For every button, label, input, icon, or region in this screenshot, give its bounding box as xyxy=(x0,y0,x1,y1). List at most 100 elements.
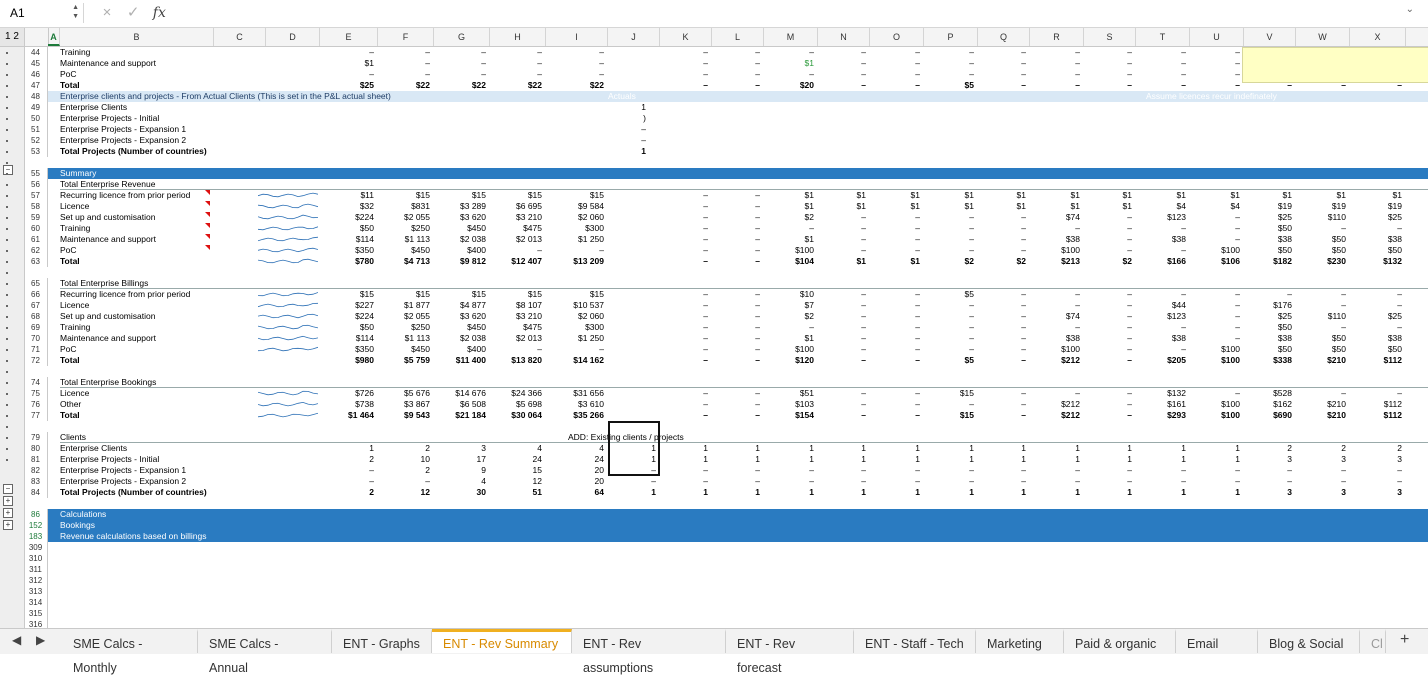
cell-s81[interactable]: 1 xyxy=(1080,454,1132,465)
cell-x63[interactable]: $132 xyxy=(1350,256,1402,267)
cell-w77[interactable]: $210 xyxy=(1294,410,1346,421)
cell-p71[interactable]: – xyxy=(922,344,974,355)
cell-t83[interactable]: – xyxy=(1134,476,1186,487)
sheet-tab[interactable]: SME Calcs - Monthly xyxy=(62,629,198,675)
cell-p57[interactable]: $1 xyxy=(922,190,974,201)
cell-m66[interactable]: $10 xyxy=(762,289,814,300)
cell-u63[interactable]: $106 xyxy=(1188,256,1240,267)
column-header-i[interactable]: I xyxy=(546,28,608,46)
cell-r57[interactable]: $1 xyxy=(1028,190,1080,201)
cell-t58[interactable]: $4 xyxy=(1134,201,1186,212)
cell-h72[interactable]: $13 820 xyxy=(490,355,542,366)
cell-i60[interactable]: $300 xyxy=(552,223,604,234)
cell-u75[interactable]: – xyxy=(1188,388,1240,399)
row-number[interactable]: 49 xyxy=(24,102,48,113)
cell-m81[interactable]: 1 xyxy=(762,454,814,465)
cell-e58[interactable]: $32 xyxy=(322,201,374,212)
cell-w76[interactable]: $210 xyxy=(1294,399,1346,410)
cell-n77[interactable]: – xyxy=(814,410,866,421)
row-label[interactable]: Licence xyxy=(60,388,89,399)
sheet-tab[interactable]: Email xyxy=(1176,629,1258,653)
cell-s60[interactable]: – xyxy=(1080,223,1132,234)
cell-q57[interactable]: $1 xyxy=(974,190,1026,201)
cell-w67[interactable]: – xyxy=(1294,300,1346,311)
cell-i70[interactable]: $1 250 xyxy=(552,333,604,344)
cell-q63[interactable]: $2 xyxy=(974,256,1026,267)
comment-indicator-icon[interactable] xyxy=(205,190,210,195)
cell-g75[interactable]: $14 676 xyxy=(434,388,486,399)
cell-o68[interactable]: – xyxy=(868,311,920,322)
cell-s72[interactable]: – xyxy=(1080,355,1132,366)
cell-n59[interactable]: – xyxy=(814,212,866,223)
comment-indicator-icon[interactable] xyxy=(205,223,210,228)
cell-m57[interactable]: $1 xyxy=(762,190,814,201)
sheet-tab[interactable]: SME Calcs - Annual xyxy=(198,629,332,675)
outline-toggle-icon[interactable]: + xyxy=(3,496,13,506)
cell-k67[interactable]: – xyxy=(656,300,708,311)
row-number[interactable]: 52 xyxy=(24,135,48,146)
cell-l59[interactable]: – xyxy=(708,212,760,223)
row-number[interactable]: 152 xyxy=(24,520,48,531)
cell-l75[interactable]: – xyxy=(708,388,760,399)
cell-h44[interactable]: – xyxy=(490,47,542,58)
cell-g45[interactable]: – xyxy=(434,58,486,69)
cell-o62[interactable]: – xyxy=(868,245,920,256)
cell-s58[interactable]: $1 xyxy=(1080,201,1132,212)
cell-t71[interactable]: – xyxy=(1134,344,1186,355)
cell-o63[interactable]: $1 xyxy=(868,256,920,267)
cell-k68[interactable]: – xyxy=(656,311,708,322)
cell-n45[interactable]: – xyxy=(814,58,866,69)
cell-t57[interactable]: $1 xyxy=(1134,190,1186,201)
cell-h84[interactable]: 51 xyxy=(490,487,542,498)
cell-t76[interactable]: $161 xyxy=(1134,399,1186,410)
cell-i76[interactable]: $3 610 xyxy=(552,399,604,410)
cell-i82[interactable]: 20 xyxy=(552,465,604,476)
cell-k82[interactable]: – xyxy=(656,465,708,476)
cell-x81[interactable]: 3 xyxy=(1350,454,1402,465)
cell-f45[interactable]: – xyxy=(378,58,430,69)
cell-v61[interactable]: $38 xyxy=(1240,234,1292,245)
column-header-p[interactable]: P xyxy=(924,28,978,46)
cell-x62[interactable]: $50 xyxy=(1350,245,1402,256)
cell-v60[interactable]: $50 xyxy=(1240,223,1292,234)
cell-f62[interactable]: $450 xyxy=(378,245,430,256)
row-number[interactable]: 311 xyxy=(24,564,48,575)
cell-p77[interactable]: $15 xyxy=(922,410,974,421)
cell-h45[interactable]: – xyxy=(490,58,542,69)
row-number[interactable]: 58 xyxy=(24,201,48,212)
cell-o44[interactable]: – xyxy=(868,47,920,58)
cell-m62[interactable]: $100 xyxy=(762,245,814,256)
cell-s68[interactable]: – xyxy=(1080,311,1132,322)
cell-t45[interactable]: – xyxy=(1134,58,1186,69)
column-header-q[interactable]: Q xyxy=(978,28,1030,46)
cell-e59[interactable]: $224 xyxy=(322,212,374,223)
comment-indicator-icon[interactable] xyxy=(205,245,210,250)
cell-i71[interactable]: – xyxy=(552,344,604,355)
cell-m58[interactable]: $1 xyxy=(762,201,814,212)
cell-g81[interactable]: 17 xyxy=(434,454,486,465)
cell-q71[interactable]: – xyxy=(974,344,1026,355)
row-label[interactable]: Enterprise Clients xyxy=(60,443,127,454)
cell-h61[interactable]: $2 013 xyxy=(490,234,542,245)
row-number[interactable]: 68 xyxy=(24,311,48,322)
cell-n71[interactable]: – xyxy=(814,344,866,355)
cell-l57[interactable]: – xyxy=(708,190,760,201)
cell-h82[interactable]: 15 xyxy=(490,465,542,476)
row-number[interactable]: 315 xyxy=(24,608,48,619)
cell-t75[interactable]: $132 xyxy=(1134,388,1186,399)
cell-w59[interactable]: $110 xyxy=(1294,212,1346,223)
row-label[interactable]: Licence xyxy=(60,201,89,212)
cell-p63[interactable]: $2 xyxy=(922,256,974,267)
cell-l66[interactable]: – xyxy=(708,289,760,300)
cell-k59[interactable]: – xyxy=(656,212,708,223)
cell-r75[interactable]: – xyxy=(1028,388,1080,399)
cell-r69[interactable]: – xyxy=(1028,322,1080,333)
cell-s77[interactable]: – xyxy=(1080,410,1132,421)
cell-x60[interactable]: – xyxy=(1350,223,1402,234)
row-number[interactable]: 74 xyxy=(24,377,48,388)
cell-i77[interactable]: $35 266 xyxy=(552,410,604,421)
cell-g83[interactable]: 4 xyxy=(434,476,486,487)
cell-u67[interactable]: – xyxy=(1188,300,1240,311)
cell-m67[interactable]: $7 xyxy=(762,300,814,311)
cell-r46[interactable]: – xyxy=(1028,69,1080,80)
